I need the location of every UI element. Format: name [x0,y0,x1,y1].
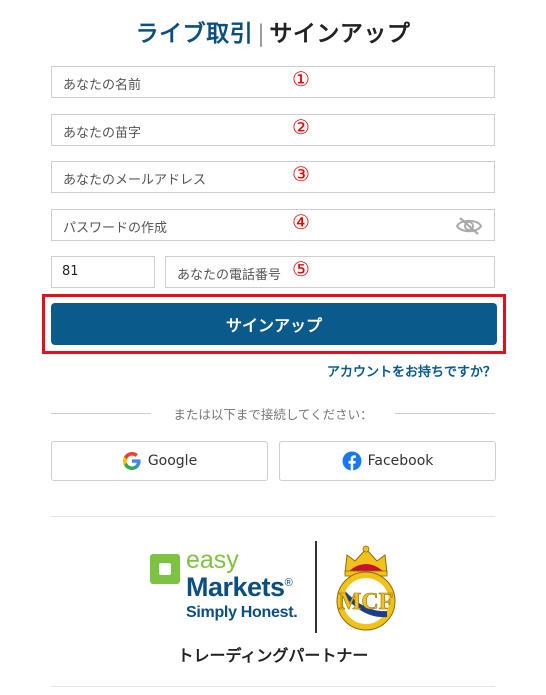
facebook-button-label: Facebook [367,453,434,469]
real-madrid-crest: MCF [336,545,396,631]
logo-divider [315,541,317,633]
annotation-marker-3: ③ [292,162,310,186]
email-field[interactable]: あなたのメールアドレス ③ [51,161,495,193]
easymarkets-logo: easy Markets® Simply Honest. [150,546,300,632]
google-button-label: Google [147,453,198,469]
google-icon [122,452,141,470]
easymarkets-logo-mark [150,554,180,584]
title-signup: サインアップ [269,21,411,47]
eye-slash-icon[interactable] [456,217,482,235]
title-live-trading: ライブ取引 [135,21,254,47]
section-divider-top [51,516,495,517]
email-placeholder: あなたのメールアドレス [63,173,207,188]
phone-field[interactable]: あなたの電話番号 ⑤ [165,256,495,288]
logo-word-markets: Markets® [186,572,293,602]
signup-button-highlight: サインアップ [42,294,506,354]
trading-partner-label: トレーディングパートナー [177,646,369,665]
annotation-marker-4: ④ [292,210,310,234]
logo-word-easy: easy [186,546,239,574]
first-name-placeholder: あなたの名前 [63,78,142,93]
have-account-link[interactable]: アカウントをお持ちですか？ [327,361,496,380]
last-name-placeholder: あなたの苗字 [63,126,142,141]
password-placeholder: パスワードの作成 [63,221,168,236]
facebook-button[interactable]: Facebook [279,441,496,481]
phone-placeholder: あなたの電話番号 [177,268,282,283]
annotation-marker-2: ② [292,115,310,139]
section-divider-bottom [51,686,495,687]
signup-button[interactable]: サインアップ [51,303,497,345]
country-code-value: 81 [62,264,79,279]
registered-mark: ® [284,577,293,589]
title-separator: | [257,21,266,47]
country-code-field[interactable]: 81 [51,256,155,288]
svg-text:MCF: MCF [339,589,394,615]
facebook-icon [342,451,362,471]
google-button[interactable]: Google [51,441,268,481]
first-name-field[interactable]: あなたの名前 ① [51,66,495,98]
page-title: ライブ取引 | サインアップ [0,14,546,48]
divider-line-right [395,413,495,414]
password-field[interactable]: パスワードの作成 ④ [51,209,495,241]
annotation-marker-1: ① [292,67,310,91]
annotation-marker-5: ⑤ [292,257,310,281]
logo-slogan: Simply Honest. [186,604,298,621]
last-name-field[interactable]: あなたの苗字 ② [51,114,495,146]
